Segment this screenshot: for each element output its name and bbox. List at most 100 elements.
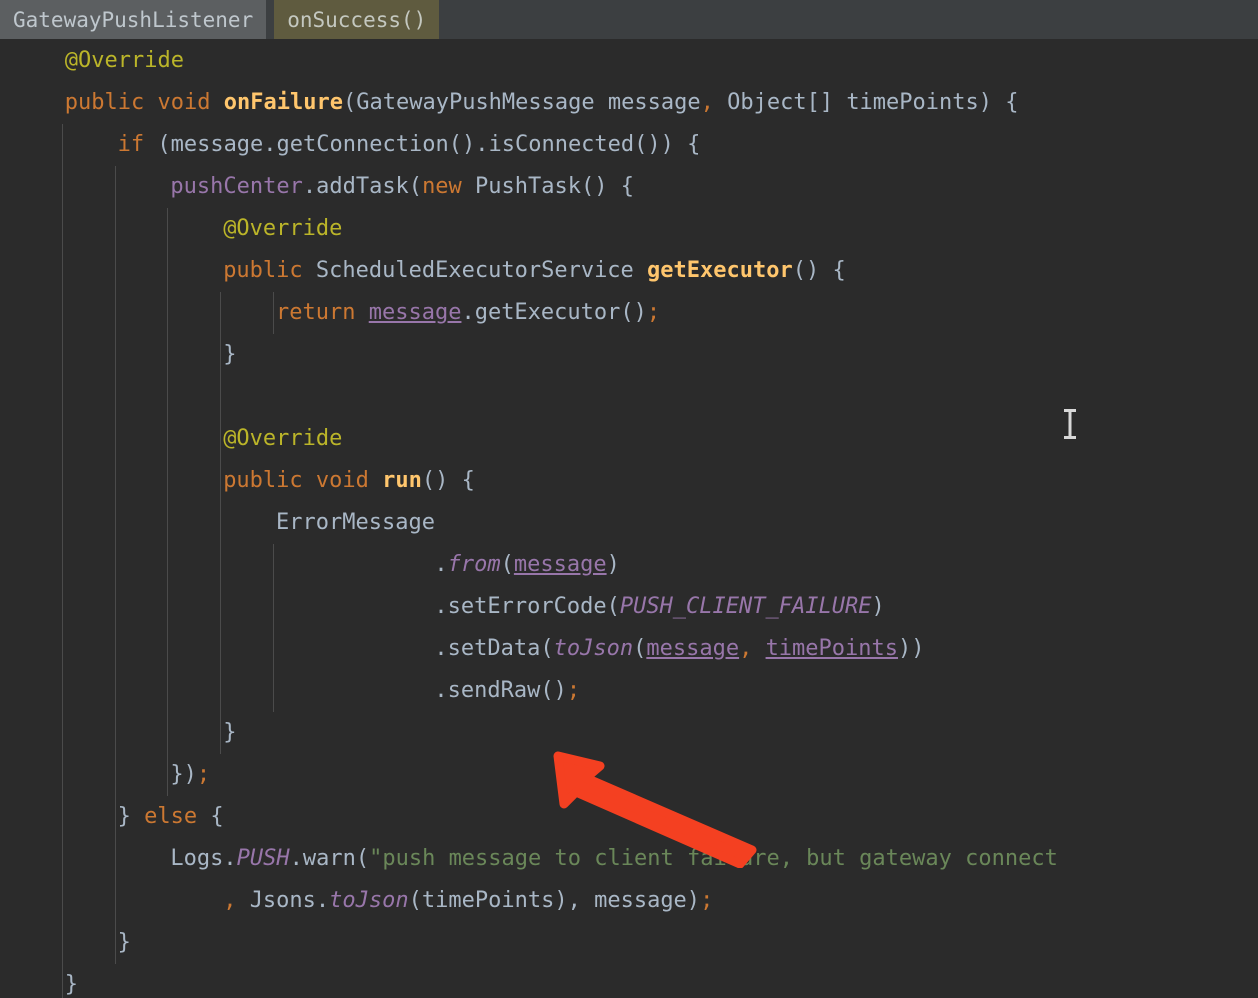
code-token: @Override [223, 216, 343, 241]
code-token: )) [898, 636, 925, 661]
code-token: public [64, 90, 145, 115]
code-token: ; [196, 762, 211, 787]
code-token: } [223, 720, 237, 745]
code-token: ; [646, 300, 661, 325]
code-token: run [382, 468, 422, 493]
code-line[interactable]: return message.getExecutor(); [0, 292, 1258, 334]
code-token: , [223, 888, 250, 913]
code-token: }) [170, 762, 197, 787]
code-line[interactable] [0, 376, 1258, 418]
code-token: ScheduledExecutorService [302, 258, 648, 283]
code-token: new [422, 174, 462, 199]
code-line[interactable]: @Override [0, 418, 1258, 460]
code-line[interactable]: .setData(toJson(message, timePoints)) [0, 628, 1258, 670]
code-token: . [434, 552, 448, 577]
code-token: void [315, 468, 369, 493]
code-editor[interactable]: @Override public void onFailure(GatewayPu… [0, 40, 1258, 998]
code-token: from [447, 552, 501, 577]
code-token: timePoints [765, 636, 899, 661]
code-token: Object[] timePoints [727, 90, 979, 115]
code-token: ErrorMessage [276, 510, 435, 535]
breadcrumb-item-class[interactable]: GatewayPushListener [0, 0, 267, 39]
code-line[interactable]: ErrorMessage [0, 502, 1258, 544]
code-token: message [513, 552, 607, 577]
code-token: .sendRaw() [434, 678, 567, 703]
code-token: Jsons. [249, 888, 330, 913]
code-token: return [276, 300, 356, 325]
code-line[interactable]: .from(message) [0, 544, 1258, 586]
code-token: ; [700, 888, 714, 913]
code-line[interactable]: @Override [0, 208, 1258, 250]
code-token: public [223, 258, 303, 283]
code-token: ( [500, 552, 514, 577]
code-token: ) [606, 552, 620, 577]
code-token: } [64, 972, 79, 997]
code-token: pushCenter [170, 174, 303, 199]
code-token: ; [566, 678, 581, 703]
code-token: .setErrorCode( [434, 594, 620, 619]
breadcrumb-item-method[interactable]: onSuccess() [274, 0, 440, 39]
code-token: GatewayPushMessage message [356, 90, 701, 115]
code-token: message [646, 636, 740, 661]
code-token: toJson [329, 888, 409, 913]
code-token: message [368, 300, 462, 325]
code-token: @Override [64, 48, 185, 73]
code-line[interactable]: public void onFailure(GatewayPushMessage… [0, 82, 1258, 124]
code-token: void [157, 90, 211, 115]
code-line[interactable]: @Override [0, 40, 1258, 82]
code-line[interactable]: } [0, 712, 1258, 754]
code-line[interactable]: .sendRaw(); [0, 670, 1258, 712]
code-token: PUSH_CLIENT_FAILURE [619, 594, 872, 619]
code-line[interactable]: public void run() { [0, 460, 1258, 502]
code-line[interactable]: } [0, 964, 1258, 998]
code-token: (timePoints), message) [408, 888, 701, 913]
code-token: .addTask( [302, 174, 423, 199]
code-line[interactable]: } else { [0, 796, 1258, 838]
code-token: public [223, 468, 303, 493]
code-token: getExecutor [647, 258, 793, 283]
code-token: } [223, 342, 237, 367]
code-token: , [739, 636, 753, 661]
code-token: ( [633, 636, 647, 661]
code-token: "push message to client failure, but gat… [369, 846, 1058, 871]
code-token: , [700, 90, 714, 115]
code-token: Logs. [170, 846, 237, 871]
code-token: .setData( [434, 636, 554, 661]
code-token: .getExecutor() [461, 300, 647, 325]
code-line[interactable]: .setErrorCode(PUSH_CLIENT_FAILURE) [0, 586, 1258, 628]
code-token: () { [421, 468, 475, 493]
code-line[interactable]: if (message.getConnection().isConnected(… [0, 124, 1258, 166]
code-token: toJson [553, 636, 634, 661]
code-token: } [117, 930, 131, 955]
code-token: ) { [978, 90, 1019, 115]
code-token: ) [871, 594, 885, 619]
code-token: onFailure [223, 90, 343, 115]
code-content[interactable]: @Override public void onFailure(GatewayPu… [0, 40, 1258, 998]
code-line[interactable]: } [0, 334, 1258, 376]
code-token: { [197, 804, 224, 829]
code-token: .warn( [289, 846, 370, 871]
code-line[interactable]: }); [0, 754, 1258, 796]
code-line[interactable]: pushCenter.addTask(new PushTask() { [0, 166, 1258, 208]
code-token: @Override [223, 426, 343, 451]
code-token: if [117, 132, 145, 157]
code-token: (message.getConnection().isConnected()) … [144, 132, 701, 157]
code-line[interactable]: public ScheduledExecutorService getExecu… [0, 250, 1258, 292]
breadcrumb: GatewayPushListener onSuccess() [0, 0, 1258, 40]
code-line[interactable]: , Jsons.toJson(timePoints), message); [0, 880, 1258, 922]
code-token: else [144, 804, 198, 829]
code-token: PUSH [236, 846, 290, 871]
code-line[interactable]: } [0, 922, 1258, 964]
code-token: PushTask() { [461, 174, 634, 199]
code-token: () { [792, 258, 846, 283]
code-token: } [117, 804, 145, 829]
code-line[interactable]: Logs.PUSH.warn("push message to client f… [0, 838, 1258, 880]
code-token: ( [342, 90, 357, 115]
